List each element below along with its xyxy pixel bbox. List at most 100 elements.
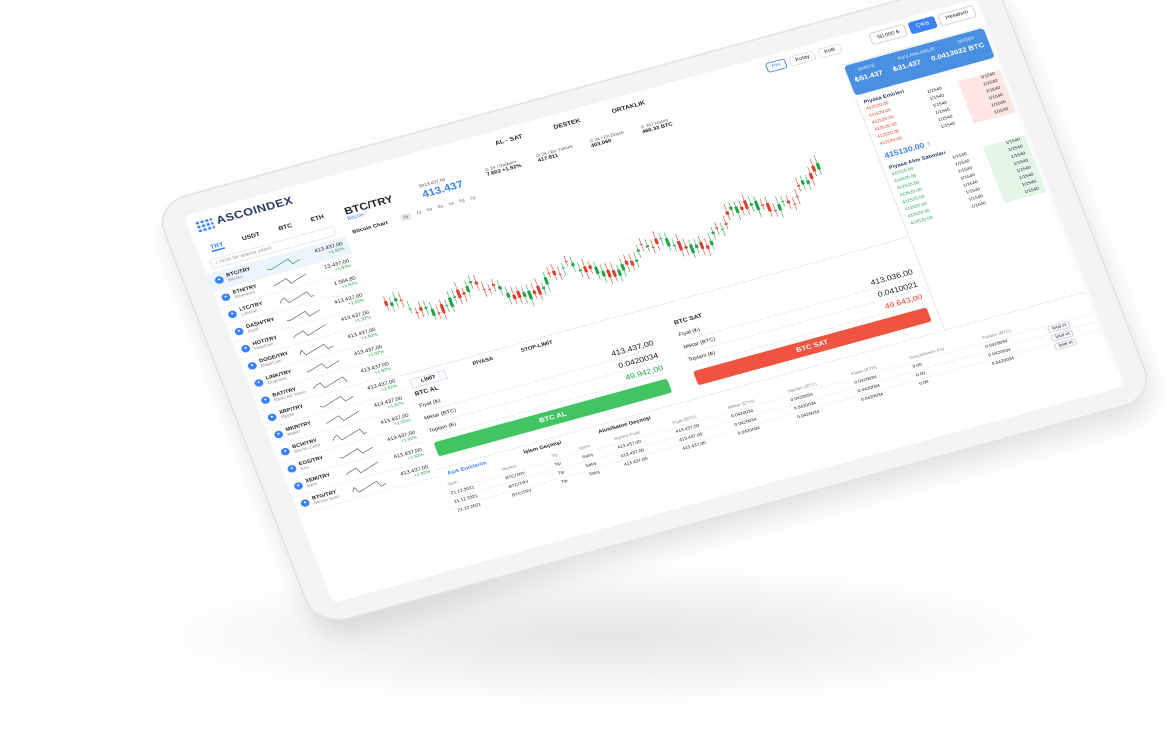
sparkline-icon <box>352 480 387 493</box>
timeframe-3a[interactable]: 3a <box>437 204 445 212</box>
app-screen: ASCOINDEX AL - SAT DESTEK ORTAKLIK Pro K… <box>183 0 1126 603</box>
stage: ASCOINDEX AL - SAT DESTEK ORTAKLIK Pro K… <box>0 0 1168 734</box>
coin-icon: ● <box>227 309 239 320</box>
stat-item: ⊙ 24 / Değişim 7.603 +1.92% <box>484 159 522 178</box>
candle-wick <box>772 203 779 217</box>
candle-body <box>505 292 511 298</box>
sell-total-label: Toplam (₺) <box>687 350 717 363</box>
coin-icon: ● <box>240 344 252 354</box>
balance-button[interactable]: 50.000 ₺ <box>868 23 909 46</box>
mode-other[interactable]: Kolk <box>817 43 843 59</box>
candle-body <box>786 200 791 204</box>
coin-icon: ● <box>266 412 278 422</box>
candle-body <box>684 245 688 249</box>
candle-body <box>664 237 671 247</box>
candle-body <box>588 265 593 270</box>
candle-body <box>543 276 550 285</box>
candle-body <box>734 206 740 214</box>
stat-item: ⊙ 24 / En Düşük 403.060 <box>589 130 627 149</box>
candle-body <box>447 297 455 308</box>
candle-wick <box>461 287 468 302</box>
candle-body <box>601 270 607 277</box>
candle-body <box>593 266 600 275</box>
candle-body <box>439 303 446 314</box>
coin-icon: ● <box>286 464 298 474</box>
candle-body <box>468 280 473 284</box>
timeframe-1a[interactable]: 1a <box>448 201 456 209</box>
timeframe-5g[interactable]: 5g <box>458 198 466 206</box>
candle-body <box>606 269 612 278</box>
tab-eth[interactable]: ETH <box>310 214 326 225</box>
coin-icon: ● <box>279 446 291 457</box>
candle-wick <box>658 233 664 246</box>
candle-body <box>620 263 626 271</box>
candle-body <box>532 290 537 295</box>
candle-wick <box>795 177 801 192</box>
timeframe-1g[interactable]: 1g <box>469 195 477 203</box>
stat-item: ⊙ 24 / Hacim 460.33 BTC <box>640 117 674 135</box>
tab-btc[interactable]: BTC <box>278 223 294 234</box>
candle-body <box>424 306 428 309</box>
coin-icon: ● <box>220 292 232 302</box>
candle-body <box>676 240 684 251</box>
candle-body <box>389 302 395 307</box>
candle-body <box>570 262 575 267</box>
my-account-button[interactable]: Hesabım <box>937 4 977 27</box>
candle-body <box>629 260 635 266</box>
candle-body <box>711 231 716 235</box>
candle-body <box>465 285 471 293</box>
timeframe-1y[interactable]: 1y <box>416 210 423 218</box>
coin-icon: ● <box>260 395 272 405</box>
coin-icon: ● <box>246 361 258 371</box>
candle-body <box>739 206 744 211</box>
candle-body <box>698 241 705 250</box>
candle-body <box>749 202 754 207</box>
timeframe-6a[interactable]: 6a <box>426 207 434 215</box>
candle-body <box>462 292 466 295</box>
nav-buy-sell[interactable]: AL - SAT <box>494 134 523 147</box>
candle-body <box>811 165 817 172</box>
candle-body <box>516 290 522 299</box>
logout-button[interactable]: Çıkış <box>907 15 938 35</box>
coin-icon: ● <box>253 378 265 388</box>
candle-body <box>645 245 650 248</box>
candle-wick <box>560 262 567 276</box>
candle-body <box>753 200 761 211</box>
mode-pro[interactable]: Pro <box>764 58 789 74</box>
candle-body <box>636 249 641 252</box>
timeframe-5y[interactable]: 5y <box>399 212 413 222</box>
candle-wick <box>650 239 656 254</box>
coin-icon: ● <box>299 498 311 508</box>
candle-wick <box>638 238 645 252</box>
mode-easy[interactable]: Kolay <box>788 50 818 67</box>
candle-body <box>815 162 821 170</box>
candle-body <box>551 270 557 276</box>
tablet-device: ASCOINDEX AL - SAT DESTEK ORTAKLIK Pro K… <box>155 0 1154 627</box>
coin-icon: ● <box>273 429 285 440</box>
tab-usdt[interactable]: USDT <box>241 232 261 244</box>
candle-body <box>616 269 623 276</box>
candle-body <box>709 240 714 246</box>
candle-wick <box>444 299 450 313</box>
candle-body <box>474 281 479 285</box>
candle-body <box>497 285 503 290</box>
nav-partnership[interactable]: ORTAKLIK <box>611 100 646 115</box>
coin-icon: ● <box>213 275 225 285</box>
candle-body <box>430 308 436 317</box>
candle-body <box>808 172 814 180</box>
candle-body <box>393 297 398 302</box>
coin-icon: ● <box>293 481 305 491</box>
candle-body <box>512 294 517 300</box>
tab-try[interactable]: TRY <box>209 241 226 253</box>
candle-body <box>578 269 583 272</box>
logo-icon <box>194 216 216 233</box>
candle-body <box>582 266 589 273</box>
candle-body <box>694 244 699 249</box>
candle-body <box>805 179 811 185</box>
candle-body <box>455 289 462 299</box>
candle-body <box>776 203 783 211</box>
buy-total-label: Toplam (₺) <box>428 421 457 434</box>
candle-body <box>705 245 710 250</box>
nav-support[interactable]: DESTEK <box>553 118 582 131</box>
candle-body <box>728 206 733 211</box>
